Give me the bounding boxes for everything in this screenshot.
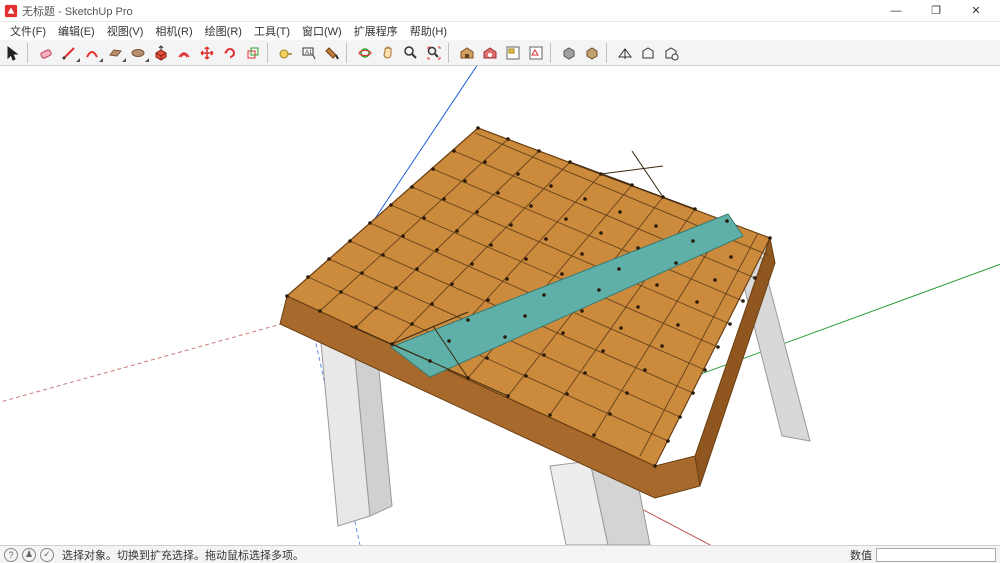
add-location-icon[interactable] (615, 43, 635, 63)
extension-warehouse-icon[interactable] (480, 43, 500, 63)
close-button[interactable]: ✕ (956, 0, 996, 22)
menu-window[interactable]: 窗口(W) (296, 23, 348, 39)
orbit-tool-icon[interactable] (355, 43, 375, 63)
toolbar-separator (267, 43, 272, 63)
offset-tool-icon[interactable] (174, 43, 194, 63)
model-viewport[interactable] (0, 66, 1000, 545)
rect-tool-icon[interactable] (105, 43, 125, 63)
text-tool-icon[interactable]: A1 (299, 43, 319, 63)
app-icon (4, 4, 18, 18)
move-tool-icon[interactable] (197, 43, 217, 63)
eraser-tool-icon[interactable] (36, 43, 56, 63)
scale-tool-icon[interactable] (243, 43, 263, 63)
zoom-extents-tool-icon[interactable] (424, 43, 444, 63)
value-input[interactable] (876, 548, 996, 562)
toolbar-separator (346, 43, 351, 63)
toolbar-separator (606, 43, 611, 63)
select-tool-icon[interactable] (3, 43, 23, 63)
value-label: 数值 (850, 547, 872, 563)
pushpull-tool-icon[interactable] (151, 43, 171, 63)
maximize-button[interactable]: ❐ (916, 0, 956, 22)
arc-tool-icon[interactable] (82, 43, 102, 63)
menu-tools[interactable]: 工具(T) (248, 23, 296, 39)
3d-warehouse-icon[interactable] (457, 43, 477, 63)
menu-edit[interactable]: 编辑(E) (52, 23, 101, 39)
menu-camera[interactable]: 相机(R) (149, 23, 198, 39)
status-hint: 选择对象。切换到扩充选择。拖动鼠标选择多项。 (62, 547, 304, 563)
claim-icon[interactable]: ✓ (40, 548, 54, 562)
paint-tool-icon[interactable] (322, 43, 342, 63)
rotate-tool-icon[interactable] (220, 43, 240, 63)
style-builder-icon[interactable] (526, 43, 546, 63)
geo-location-icon[interactable]: ? (4, 548, 18, 562)
layout-icon[interactable] (503, 43, 523, 63)
pan-tool-icon[interactable] (378, 43, 398, 63)
menu-extensions[interactable]: 扩展程序 (348, 23, 404, 39)
menu-bar: 文件(F) 编辑(E) 视图(V) 相机(R) 绘图(R) 工具(T) 窗口(W… (0, 22, 1000, 40)
menu-file[interactable]: 文件(F) (4, 23, 52, 39)
menu-view[interactable]: 视图(V) (101, 23, 150, 39)
building-icon[interactable] (638, 43, 658, 63)
toolbar-separator (550, 43, 555, 63)
toolbar-separator (27, 43, 32, 63)
toolbar-separator (448, 43, 453, 63)
solid-outer-icon[interactable] (559, 43, 579, 63)
minimize-button[interactable]: — (876, 0, 916, 22)
tape-tool-icon[interactable] (276, 43, 296, 63)
zoom-tool-icon[interactable] (401, 43, 421, 63)
svg-text:A1: A1 (305, 50, 313, 56)
photo-textures-icon[interactable] (661, 43, 681, 63)
status-bar: ? ♟ ✓ 选择对象。切换到扩充选择。拖动鼠标选择多项。 数值 (0, 545, 1000, 563)
menu-help[interactable]: 帮助(H) (404, 23, 453, 39)
main-toolbar: A1 (0, 40, 1000, 66)
window-controls: — ❐ ✕ (876, 0, 996, 22)
line-tool-icon[interactable] (59, 43, 79, 63)
circle-tool-icon[interactable] (128, 43, 148, 63)
window-title: 无标题 - SketchUp Pro (22, 3, 133, 19)
credits-icon[interactable]: ♟ (22, 548, 36, 562)
solid-union-icon[interactable] (582, 43, 602, 63)
menu-draw[interactable]: 绘图(R) (199, 23, 248, 39)
title-bar: 无标题 - SketchUp Pro — ❐ ✕ (0, 0, 1000, 22)
